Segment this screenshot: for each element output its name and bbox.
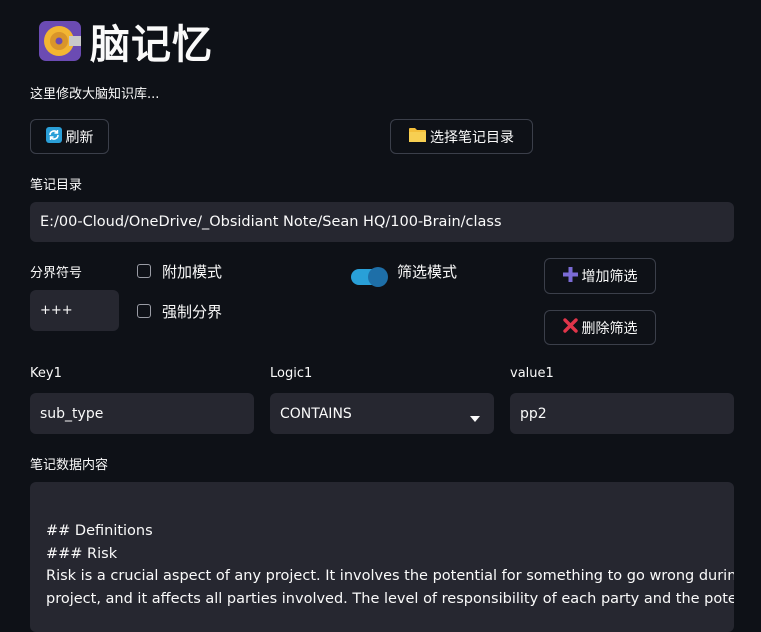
logic1-label: Logic1 — [270, 366, 313, 381]
value1-input[interactable]: pp2 — [510, 393, 734, 434]
cross-icon — [562, 318, 578, 337]
append-mode-label: 附加模式 — [162, 263, 223, 281]
choose-dir-label: 选择笔记目录 — [430, 129, 514, 146]
force-split-checkbox[interactable] — [137, 304, 151, 318]
content-line: project, and it affects all parties invo… — [46, 590, 734, 607]
value1-label: value1 — [510, 366, 554, 381]
disk-icon — [38, 19, 82, 63]
add-filter-label: 增加筛选 — [581, 269, 638, 285]
content-line: Risk is a crucial aspect of any project.… — [46, 568, 734, 584]
notes-dir-input[interactable]: E:/00-Cloud/OneDrive/_Obsidiant Note/Sea… — [30, 202, 734, 242]
remove-filter-button[interactable]: 删除筛选 — [544, 310, 656, 345]
separator-input[interactable]: +++ — [30, 290, 119, 331]
logic1-select[interactable]: CONTAINS — [270, 393, 494, 434]
append-mode-checkbox[interactable] — [137, 264, 151, 278]
app-header: 脑记忆 — [38, 12, 213, 70]
page-subtitle: 这里修改大脑知识库... — [30, 87, 160, 102]
logic1-selected-value: CONTAINS — [280, 405, 352, 422]
content-line: ## Definitions — [46, 523, 153, 539]
plus-icon — [562, 266, 578, 286]
notes-dir-label: 笔记目录 — [30, 178, 83, 193]
separator-label: 分界符号 — [30, 266, 83, 281]
refresh-icon — [45, 126, 62, 147]
content-label: 笔记数据内容 — [30, 458, 109, 473]
key1-input[interactable]: sub_type — [30, 393, 254, 434]
refresh-label: 刷新 — [65, 129, 94, 146]
force-split-label: 强制分界 — [162, 303, 223, 321]
filter-mode-label: 筛选模式 — [397, 263, 458, 281]
key1-label: Key1 — [30, 366, 62, 381]
choose-notes-dir-button[interactable]: 选择笔记目录 — [390, 119, 533, 154]
add-filter-button[interactable]: 增加筛选 — [544, 258, 656, 294]
content-textarea[interactable]: ## Definitions ### Risk Risk is a crucia… — [30, 482, 734, 632]
folder-icon — [409, 127, 426, 146]
refresh-button[interactable]: 刷新 — [30, 119, 109, 154]
content-line: ### Risk — [46, 545, 118, 562]
page-title: 脑记忆 — [90, 22, 213, 68]
remove-filter-label: 删除筛选 — [581, 320, 638, 337]
filter-mode-toggle-knob[interactable] — [368, 267, 388, 287]
chevron-down-icon — [470, 410, 480, 426]
